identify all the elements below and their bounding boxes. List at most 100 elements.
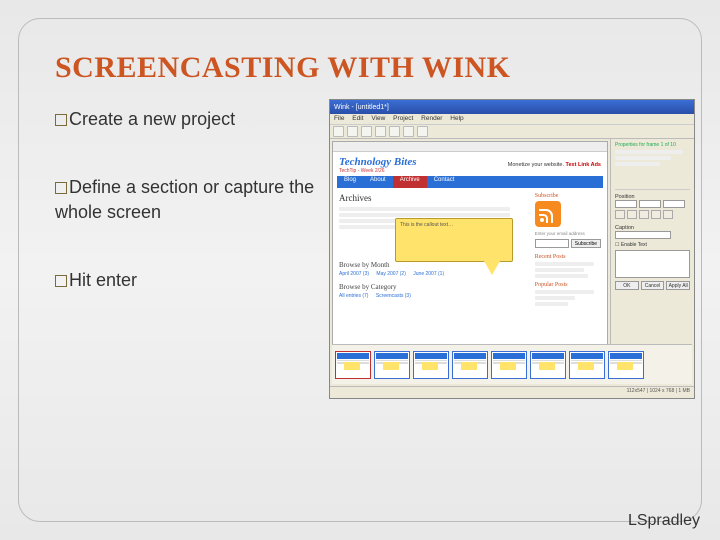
frame-thumbnail[interactable] <box>374 351 410 379</box>
statusbar: 112x547 | 1024 x 768 | 1 MB <box>330 386 694 398</box>
site-sidebar: Subscribe Enter your email address Subsc… <box>535 193 601 308</box>
panel-line <box>615 162 660 166</box>
browse-category-heading: Browse by Category <box>339 283 529 291</box>
pos-w-input[interactable] <box>663 200 685 208</box>
cancel-button[interactable]: Cancel <box>641 281 665 290</box>
nav-item-active[interactable]: Archive <box>393 176 427 188</box>
email-hint: Enter your email address <box>535 231 601 236</box>
email-input[interactable] <box>535 239 569 248</box>
pos-x-input[interactable] <box>615 200 637 208</box>
toolbar <box>330 125 694 139</box>
frame-thumbnail[interactable] <box>413 351 449 379</box>
workarea: Technology Bites TechTip - Week 2/26 Mon… <box>330 139 694 357</box>
panel-line <box>615 156 671 160</box>
text-line <box>535 274 588 278</box>
ok-button[interactable]: OK <box>615 281 639 290</box>
tool-button[interactable] <box>347 126 358 137</box>
month-link[interactable]: May 2007 (2) <box>376 271 405 277</box>
text-line <box>535 290 595 294</box>
frame-thumbnail[interactable] <box>452 351 488 379</box>
slide-title: SCREENCASTING WITH WINK <box>55 51 665 85</box>
nav-item[interactable]: About <box>363 176 393 188</box>
slide-footer: LSpradley <box>628 512 700 530</box>
content-row: Create a new project Define a section or… <box>55 103 665 399</box>
caption-textarea[interactable] <box>615 250 690 278</box>
screenshot-wrap: Wink - [untitled1*] File Edit View Proje… <box>329 99 695 399</box>
bullet-item: Hit enter <box>55 268 315 292</box>
site-logo: Technology Bites <box>339 156 417 168</box>
category-link[interactable]: All entries (7) <box>339 293 368 299</box>
nav-item[interactable]: Blog <box>337 176 363 188</box>
tool-button[interactable] <box>333 126 344 137</box>
text-line <box>535 296 575 300</box>
tool-button[interactable] <box>403 126 414 137</box>
textbox-checkbox[interactable]: ☐ Enable Text <box>615 242 690 248</box>
frame-thumbnail[interactable] <box>491 351 527 379</box>
frame-thumbnail[interactable] <box>608 351 644 379</box>
apply-all-button[interactable]: Apply All <box>666 281 690 290</box>
bullet-square-icon <box>55 275 67 287</box>
popular-heading: Popular Posts <box>535 282 601 288</box>
recent-heading: Recent Posts <box>535 254 601 260</box>
frame-thumbnail-selected[interactable] <box>335 351 371 379</box>
panel-button[interactable] <box>663 210 673 219</box>
menubar: File Edit View Project Render Help <box>330 114 694 125</box>
category-link[interactable]: Screencasts (3) <box>376 293 411 299</box>
text-line <box>339 207 510 211</box>
bullet-item: Create a new project <box>55 107 315 131</box>
panel-button[interactable] <box>651 210 661 219</box>
panel-button[interactable] <box>639 210 649 219</box>
menu-item[interactable]: File <box>334 115 344 122</box>
properties-panel: Properties for frame 1 of 10 Position <box>610 139 694 357</box>
bullet-text: Create a new project <box>69 109 235 129</box>
bullet-text: Hit enter <box>69 270 137 290</box>
category-links: All entries (7) Screencasts (3) <box>339 293 529 299</box>
text-line <box>535 302 568 306</box>
tool-button[interactable] <box>361 126 372 137</box>
bullet-square-icon <box>55 182 67 194</box>
text-line <box>535 262 595 266</box>
menu-item[interactable]: View <box>371 115 385 122</box>
tool-button[interactable] <box>389 126 400 137</box>
panel-footer: OK Cancel Apply All <box>615 281 690 290</box>
window-title: Wink - [untitled1*] <box>334 104 389 111</box>
archives-heading: Archives <box>339 193 529 203</box>
month-link[interactable]: April 2007 (3) <box>339 271 369 277</box>
menu-item[interactable]: Help <box>450 115 463 122</box>
caption-input[interactable] <box>615 231 671 239</box>
nav-item[interactable]: Contact <box>427 176 462 188</box>
menu-item[interactable]: Project <box>393 115 413 122</box>
panel-button-row <box>615 210 690 219</box>
rss-icon[interactable] <box>535 201 561 227</box>
thumbnail-strip <box>332 344 692 384</box>
tool-button[interactable] <box>375 126 386 137</box>
callout-arrow-icon <box>484 261 500 275</box>
panel-line <box>615 150 683 154</box>
browser-chrome <box>333 142 607 152</box>
frame-thumbnail[interactable] <box>530 351 566 379</box>
panel-button[interactable] <box>615 210 625 219</box>
menu-item[interactable]: Edit <box>352 115 363 122</box>
callout-text: This is the callout text… <box>396 219 512 231</box>
tool-button[interactable] <box>417 126 428 137</box>
panel-header: Properties for frame 1 of 10 <box>615 142 690 148</box>
menu-item[interactable]: Render <box>421 115 442 122</box>
bullet-square-icon <box>55 114 67 126</box>
site-navbar: Blog About Archive Contact <box>337 176 603 188</box>
position-fields <box>615 200 690 208</box>
site-tagline: TechTip - Week 2/26 <box>339 168 417 174</box>
wink-window: Wink - [untitled1*] File Edit View Proje… <box>329 99 695 399</box>
subscribe-button[interactable]: Subscribe <box>571 239 601 248</box>
pos-y-input[interactable] <box>639 200 661 208</box>
bullet-list: Create a new project Define a section or… <box>55 103 315 399</box>
site-ad: Monetize your website. Text Link Ads <box>508 162 601 168</box>
month-link[interactable]: June 2007 (1) <box>413 271 444 277</box>
panel-button[interactable] <box>627 210 637 219</box>
slide-frame: SCREENCASTING WITH WINK Create a new pro… <box>18 18 702 522</box>
captured-frame: Technology Bites TechTip - Week 2/26 Mon… <box>332 141 608 355</box>
callout-box[interactable]: This is the callout text… <box>395 218 513 262</box>
bullet-item: Define a section or capture the whole sc… <box>55 175 315 224</box>
caption-field <box>615 231 690 239</box>
frame-thumbnail[interactable] <box>569 351 605 379</box>
subscribe-form: Subscribe <box>535 239 601 248</box>
